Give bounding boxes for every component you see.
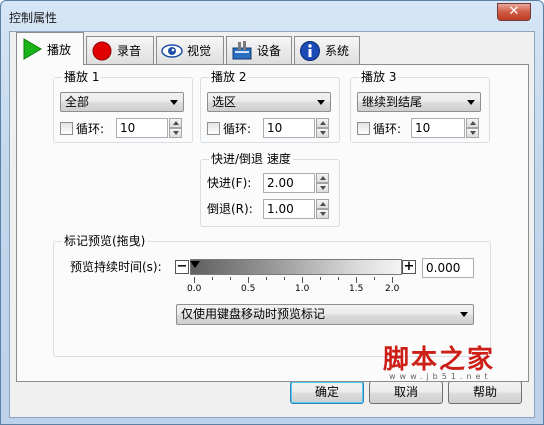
- forward-speed-input[interactable]: 2.00: [263, 173, 315, 193]
- play1-loop-input[interactable]: 10: [116, 118, 168, 138]
- watermark-logo: 脚本之家 www.jb51.net: [383, 339, 495, 381]
- ok-button[interactable]: 确定: [290, 381, 364, 404]
- tab-panel-play: 播放 1 全部 循环: 10 播放 2 选区 循环: 10 播放 3 继续到结尾…: [16, 64, 529, 382]
- eye-icon: [161, 43, 183, 58]
- rewind-speed-spinner[interactable]: [316, 199, 329, 219]
- play3-loop-spinner[interactable]: [466, 118, 479, 138]
- preview-title: 标记预览(拖曳): [62, 234, 148, 248]
- preview-duration-label: 预览持续时间(s):: [70, 260, 162, 274]
- spin-down-icon[interactable]: [316, 183, 329, 193]
- tab-visual-label: 视觉: [187, 44, 212, 58]
- play2-mode-select[interactable]: 选区: [207, 92, 331, 112]
- play2-loop-input[interactable]: 10: [263, 118, 315, 138]
- slider-tick: [212, 277, 213, 280]
- watermark-url: www.jb51.net: [389, 372, 492, 381]
- slider-tick: [248, 277, 249, 283]
- tab-device[interactable]: 设备: [226, 36, 292, 64]
- window-title: 控制属性: [9, 11, 58, 25]
- play1-title: 播放 1: [62, 70, 102, 84]
- play3-group: 播放 3 继续到结尾 循环: 10: [350, 70, 490, 143]
- spin-up-icon[interactable]: [316, 173, 329, 183]
- decrease-button[interactable]: −: [175, 260, 189, 274]
- slider-tick: [338, 277, 339, 280]
- spin-up-icon[interactable]: [316, 118, 329, 128]
- preview-duration-input[interactable]: 0.000: [422, 258, 474, 278]
- slider-tick: [320, 277, 321, 280]
- play2-mode-value: 选区: [212, 95, 237, 109]
- slider-tick: [284, 277, 285, 280]
- play2-loop-label: 循环:: [223, 122, 252, 136]
- spin-up-icon[interactable]: [466, 118, 479, 128]
- chevron-down-icon: [170, 100, 178, 105]
- tab-record[interactable]: 录音: [86, 36, 154, 64]
- spin-down-icon[interactable]: [316, 209, 329, 219]
- watermark-title: 脚本之家: [383, 345, 496, 375]
- spin-up-icon[interactable]: [316, 199, 329, 209]
- slider-tick-label: 1.5: [349, 284, 364, 294]
- chevron-down-icon: [460, 312, 468, 317]
- slider-tick: [392, 277, 393, 283]
- rewind-label: 倒退(R):: [207, 202, 253, 216]
- speed-group: 快进/倒退 速度 快进(F): 2.00 倒退(R): 1.00: [200, 152, 340, 227]
- slider-tick-label: 0.0: [187, 284, 202, 294]
- play2-loop-spinner[interactable]: [316, 118, 329, 138]
- play3-loop-input[interactable]: 10: [411, 118, 465, 138]
- tab-system-label: 系统: [325, 44, 350, 58]
- slider-tick: [374, 277, 375, 280]
- tab-visual[interactable]: 视觉: [156, 36, 224, 64]
- slider-tick-label: 2.0: [385, 284, 400, 294]
- device-icon: [232, 40, 252, 59]
- slider-tick: [356, 277, 357, 283]
- play3-mode-value: 继续到结尾: [362, 95, 423, 109]
- spin-down-icon[interactable]: [316, 128, 329, 138]
- preview-mode-select[interactable]: 仅使用键盘移动时预览标记: [176, 304, 474, 325]
- play1-mode-value: 全部: [65, 95, 90, 109]
- close-button[interactable]: ✕: [497, 3, 531, 21]
- spin-up-icon[interactable]: [169, 118, 182, 128]
- rewind-speed-input[interactable]: 1.00: [263, 199, 315, 219]
- slider-tick-label: 0.5: [241, 284, 256, 294]
- spin-down-icon[interactable]: [466, 128, 479, 138]
- chevron-down-icon: [467, 100, 475, 105]
- play3-mode-select[interactable]: 继续到结尾: [357, 92, 481, 112]
- play3-title: 播放 3: [359, 70, 399, 84]
- play3-loop-label: 循环:: [373, 122, 402, 136]
- preview-duration-slider[interactable]: [190, 259, 402, 275]
- forward-label: 快进(F):: [207, 176, 252, 190]
- slider-tick: [230, 277, 231, 280]
- increase-button[interactable]: +: [402, 260, 416, 274]
- play2-title: 播放 2: [209, 70, 249, 84]
- play1-loop-label: 循环:: [76, 122, 105, 136]
- preview-mode-value: 仅使用键盘移动时预览标记: [181, 307, 326, 321]
- tab-device-label: 设备: [257, 44, 282, 58]
- tab-record-label: 录音: [117, 44, 142, 58]
- play1-mode-select[interactable]: 全部: [60, 92, 184, 112]
- spin-down-icon[interactable]: [169, 128, 182, 138]
- play1-group: 播放 1 全部 循环: 10: [53, 70, 193, 143]
- cancel-button[interactable]: 取消: [369, 381, 443, 404]
- tab-system[interactable]: 系统: [294, 36, 360, 64]
- chevron-down-icon: [317, 100, 325, 105]
- info-icon: [300, 40, 320, 61]
- dialog-window: 控制属性 ✕ 播放 录音 视觉 设备 系统 播放 1 全部 循环: 10 播放 …: [0, 0, 544, 425]
- play1-loop-spinner[interactable]: [169, 118, 182, 138]
- help-button[interactable]: 帮助: [448, 381, 522, 404]
- tab-play-label: 播放: [47, 42, 72, 57]
- slider-tick: [194, 277, 195, 283]
- title-bar[interactable]: 控制属性 ✕: [1, 1, 543, 31]
- slider-thumb-icon[interactable]: [190, 261, 200, 269]
- slider-tick-label: 1.0: [295, 284, 310, 294]
- speed-title: 快进/倒退 速度: [209, 152, 293, 166]
- play3-loop-checkbox[interactable]: [357, 122, 370, 135]
- tab-play[interactable]: 播放: [16, 32, 84, 65]
- slider-tick: [266, 277, 267, 280]
- play2-loop-checkbox[interactable]: [207, 122, 220, 135]
- record-icon: [92, 41, 112, 60]
- play-icon: [23, 38, 42, 60]
- play1-loop-checkbox[interactable]: [60, 122, 73, 135]
- forward-speed-spinner[interactable]: [316, 173, 329, 193]
- play2-group: 播放 2 选区 循环: 10: [200, 70, 340, 143]
- slider-tick: [302, 277, 303, 283]
